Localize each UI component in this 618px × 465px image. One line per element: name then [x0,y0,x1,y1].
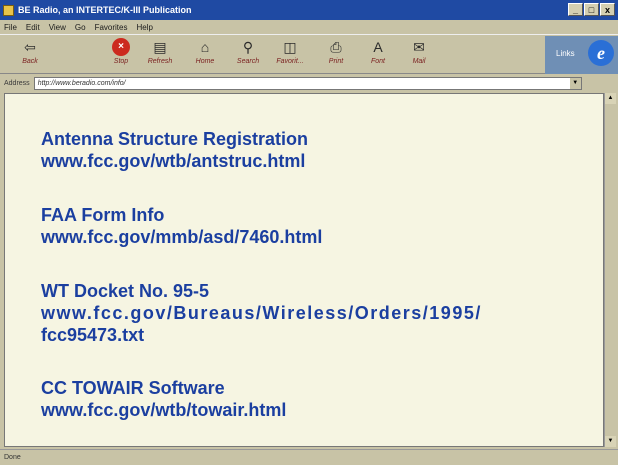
list-item: WT Docket No. 95-5 www.fcc.gov/Bureaus/W… [41,280,482,346]
entry-link[interactable]: www.fcc.gov/mmb/asd/7460.html [41,226,322,248]
menu-favorites[interactable]: Favorites [95,23,128,32]
vertical-scrollbar[interactable]: ▲ ▼ [604,93,616,447]
favorites-label: Favorit... [276,58,304,65]
entry-title: CC TOWAIR Software [41,378,225,398]
back-button[interactable]: ⇦ Back [10,38,50,65]
home-label: Home [195,58,215,65]
mail-button[interactable]: ✉ Mail [399,38,439,65]
window-controls: _ □ x [568,3,615,16]
scroll-down-icon[interactable]: ▼ [605,436,616,447]
page-content: Antenna Structure Registration www.fcc.g… [4,93,604,447]
close-button[interactable]: x [600,3,615,16]
status-bar: Done [0,449,618,465]
entry-title: FAA Form Info [41,205,165,225]
status-text: Done [4,454,21,461]
list-item: FAA Form Info www.fcc.gov/mmb/asd/7460.h… [41,204,322,248]
chevron-down-icon[interactable]: ▼ [569,78,581,89]
favorites-button[interactable]: ◫ Favorit... [270,38,310,65]
menu-bar: File Edit View Go Favorites Help [0,20,618,34]
title-bar[interactable]: BE Radio, an INTERTEC/K-III Publication … [0,0,618,20]
printer-icon: ⎙ [330,39,342,55]
maximize-button[interactable]: □ [584,3,599,16]
search-button[interactable]: ⚲ Search [228,38,268,65]
print-button[interactable]: ⎙ Print [316,38,356,65]
browser-app-icon [3,4,14,16]
font-label: Font [370,58,385,65]
stop-icon: × [112,38,130,56]
refresh-button[interactable]: ▤ Refresh [140,38,180,65]
search-icon: ⚲ [242,39,254,55]
window-title: BE Radio, an INTERTEC/K-III Publication [18,5,192,15]
links-label[interactable]: Links [556,49,575,58]
address-input[interactable]: http://www.beradio.com/info/ ▼ [33,77,582,90]
address-value: http://www.beradio.com/info/ [37,80,126,87]
browser-logo-icon: e [588,40,614,66]
entry-link[interactable]: www.fcc.gov/wtb/antstruc.html [41,150,308,172]
home-button[interactable]: ⌂ Home [185,38,225,65]
mail-label: Mail [412,58,426,65]
refresh-label: Refresh [147,58,173,65]
print-label: Print [328,58,344,65]
back-label: Back [22,58,38,65]
entry-title: Antenna Structure Registration [41,129,309,149]
address-label: Address [4,80,30,87]
minimize-button[interactable]: _ [568,3,583,16]
menu-help[interactable]: Help [136,23,152,32]
entry-link[interactable]: www.fcc.gov/Bureaus/Wireless/Orders/1995… [41,302,482,324]
refresh-icon: ▤ [153,39,167,55]
scroll-up-icon[interactable]: ▲ [605,93,616,104]
back-arrow-icon: ⇦ [24,39,36,55]
address-bar: Address http://www.beradio.com/info/ ▼ [0,75,618,92]
entry-title: WT Docket No. 95-5 [41,281,210,301]
home-icon: ⌂ [200,39,210,55]
menu-go[interactable]: Go [75,23,86,32]
list-item: CC TOWAIR Software www.fcc.gov/wtb/towai… [41,377,286,421]
entry-link-continuation[interactable]: fcc95473.txt [41,324,482,346]
search-label: Search [236,58,260,65]
stop-label: Stop [113,58,129,65]
font-icon: A [373,39,383,55]
stop-button[interactable]: × Stop [101,38,141,65]
favorites-folder-icon: ◫ [283,39,297,55]
menu-edit[interactable]: Edit [26,23,40,32]
toolbar: ⇦ Back × Stop ▤ Refresh ⌂ Home ⚲ Search … [0,34,618,74]
menu-view[interactable]: View [49,23,66,32]
browser-window: BE Radio, an INTERTEC/K-III Publication … [0,0,618,465]
menu-file[interactable]: File [4,23,17,32]
list-item: Antenna Structure Registration www.fcc.g… [41,128,308,172]
mail-icon: ✉ [413,39,425,55]
entry-link[interactable]: www.fcc.gov/wtb/towair.html [41,399,286,421]
font-button[interactable]: A Font [358,38,398,65]
